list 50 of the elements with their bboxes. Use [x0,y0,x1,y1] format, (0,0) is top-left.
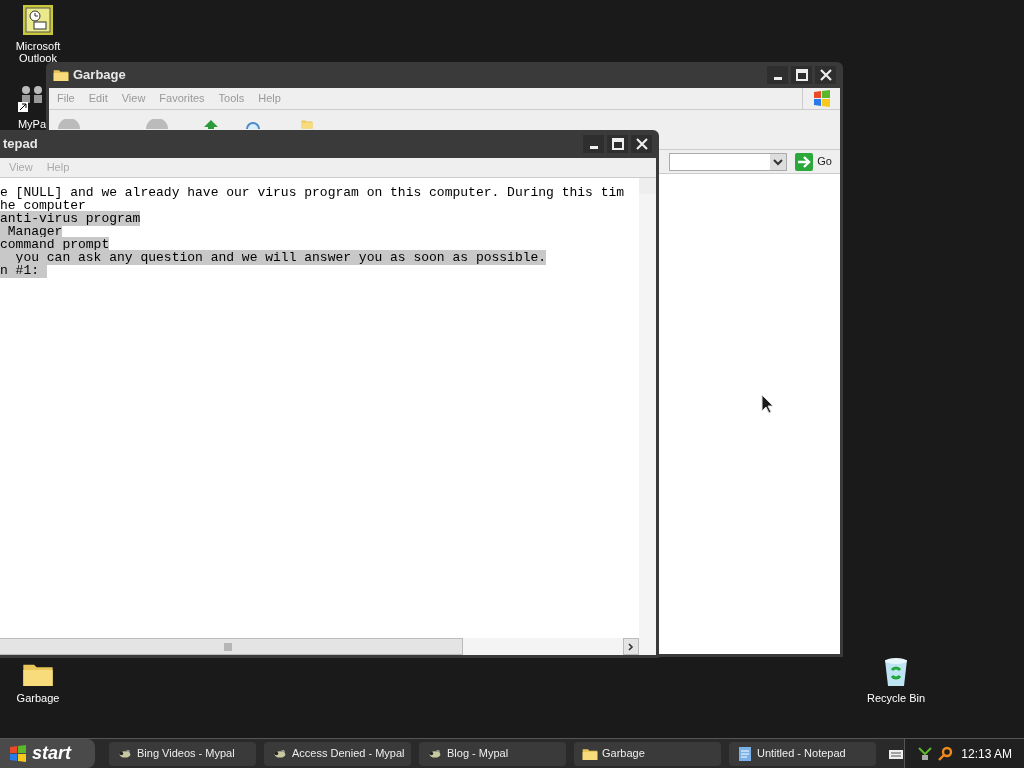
maximize-icon [795,69,808,81]
icon-label: Microsoft Outlook [14,40,62,64]
menu-item[interactable]: Help [46,159,70,176]
menu-item[interactable]: View [121,90,146,107]
scrollbar-thumb[interactable] [0,638,463,655]
maximize-button[interactable] [607,135,628,153]
maximize-icon [611,138,624,150]
menu-item[interactable]: Edit [88,90,108,107]
menu-item[interactable]: Favorites [159,90,205,107]
calendar-clock-icon[interactable] [22,4,54,36]
close-button[interactable] [631,135,652,153]
network-icon[interactable] [917,745,934,762]
taskbar-button[interactable]: Blog - Mypal [419,741,566,766]
scroll-right-button[interactable] [623,638,639,655]
close-icon [635,138,648,150]
mouse-pointer-icon [761,394,774,414]
text-line: he computer [0,198,86,213]
text-line: e [NULL] and we already have our virus program on this computer. During this tim [0,185,625,200]
taskbar-button[interactable]: Untitled - Notepad [729,741,876,766]
menu-item[interactable]: File [57,90,75,107]
close-button[interactable] [815,66,836,84]
menu-item[interactable]: View [9,159,33,176]
minimize-icon [773,77,782,80]
address-field[interactable] [669,152,788,171]
start-button[interactable]: start [0,739,95,768]
menu-item[interactable]: Help [258,90,281,107]
icon-label: MyPa [16,118,48,130]
icon-label: Garbage [15,692,61,704]
chevron-right-icon [627,642,635,651]
menu-item[interactable]: Tools [218,90,245,107]
icon-label: Recycle Bin [866,692,926,704]
magnifier-icon[interactable] [937,745,954,762]
close-icon [819,69,832,81]
minimize-button[interactable] [583,135,604,153]
minimize-icon [589,146,598,149]
minimize-button[interactable] [767,66,788,84]
window-title: Garbage [73,66,127,85]
folder-icon [53,67,69,83]
clock: 12:13 AM [961,745,1012,763]
arrow-right-icon [795,152,814,171]
taskbar-button[interactable]: Garbage [574,741,721,766]
go-button[interactable]: Go [795,152,832,171]
taskbar-button[interactable]: Bing Videos - Mypal [109,741,256,766]
notepad-icon [737,745,753,762]
windows-flag-icon [811,88,832,109]
windows-flag-icon [8,743,28,764]
vertical-scrollbar[interactable] [639,178,656,638]
window-title: tepad [3,135,39,154]
taskbar-button[interactable]: Access Denied - Mypal [264,741,411,766]
maximize-button[interactable] [791,66,812,84]
